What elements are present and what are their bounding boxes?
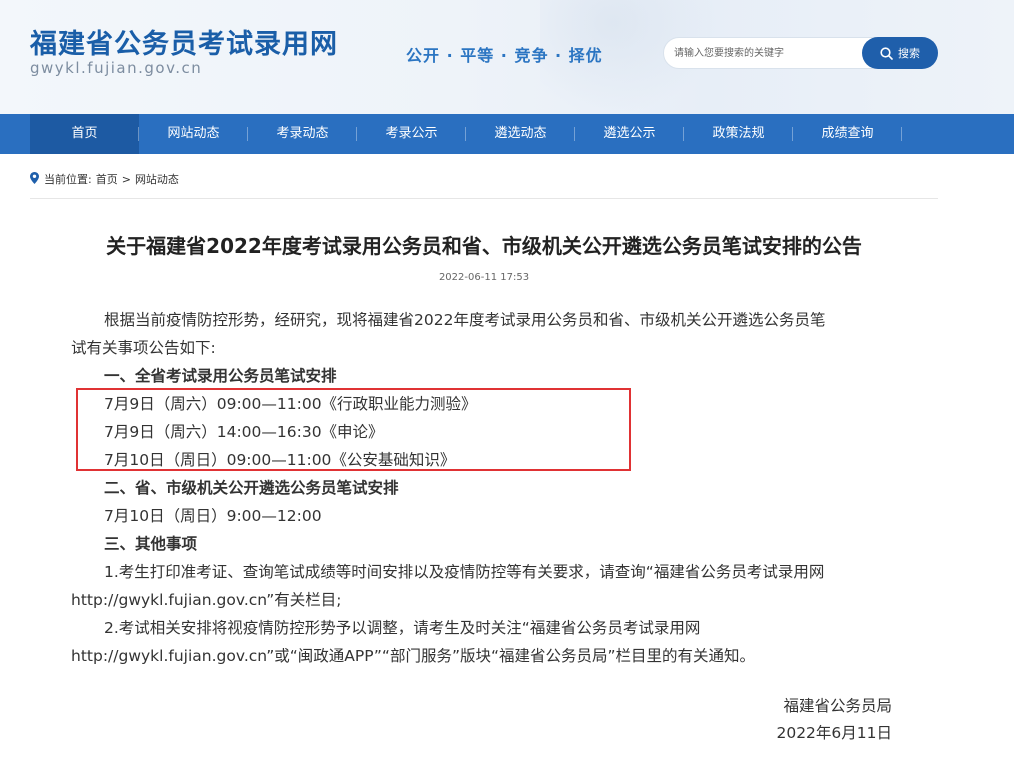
nav-item-score-query[interactable]: 成绩查询 [793,114,902,154]
section-3-heading: 三、其他事项 [104,535,198,553]
location-pin-icon [30,171,39,187]
nav-item-exam-news[interactable]: 考录动态 [248,114,357,154]
search-input[interactable] [674,38,864,68]
signature-date: 2022年6月11日 [776,724,892,742]
section-2-heading: 二、省、市级机关公开遴选公务员笔试安排 [104,479,399,497]
breadcrumb-home-link[interactable]: 首页 [96,171,118,187]
section-3-item-2-line-2: http://gwykl.fujian.gov.cn”或“闽政通APP”“部门服… [71,647,756,665]
site-title[interactable]: 福建省公务员考试录用网 [30,22,338,61]
site-domain: gwykl.fujian.gov.cn [30,59,203,77]
section-3-item-1-line-2: http://gwykl.fujian.gov.cn”有关栏目; [71,591,342,609]
nav-item-home[interactable]: 首页 [30,114,139,154]
nav-item-site-news[interactable]: 网站动态 [139,114,248,154]
search-button-label: 搜索 [898,47,920,60]
intro-line-1: 根据当前疫情防控形势，经研究，现将福建省2022年度考试录用公务员和省、市级机关… [104,311,826,329]
main-nav: 首页 网站动态 考录动态 考录公示 遴选动态 遴选公示 政策法规 成绩查询 [0,114,1014,154]
section-2-item: 7月10日（周日）9:00—12:00 [104,507,322,525]
site-slogan: 公开 · 平等 · 竞争 · 择优 [406,46,603,65]
intro-line-2: 试有关事项公告如下: [71,339,216,357]
site-header: 福建省公务员考试录用网 gwykl.fujian.gov.cn 公开 · 平等 … [0,0,1014,114]
section-1-heading: 一、全省考试录用公务员笔试安排 [104,367,337,385]
breadcrumb-current-link[interactable]: 网站动态 [135,171,179,187]
nav-item-selection-notices[interactable]: 遴选公示 [575,114,684,154]
search-icon [880,46,893,60]
section-3-item-2-line-1: 2.考试相关安排将视疫情防控形势予以调整，请考生及时关注“福建省公务员考试录用网 [104,619,701,637]
nav-item-selection-news[interactable]: 遴选动态 [466,114,575,154]
breadcrumb-separator: > [121,172,131,186]
nav-item-policies[interactable]: 政策法规 [684,114,793,154]
search-button[interactable]: 搜索 [862,37,938,69]
search-box: 搜索 [663,37,938,69]
breadcrumb: 当前位置: 首页 > 网站动态 [30,171,179,187]
signature-org: 福建省公务员局 [783,697,892,715]
nav-item-exam-notices[interactable]: 考录公示 [357,114,466,154]
breadcrumb-prefix: 当前位置: [44,173,92,186]
breadcrumb-divider [30,198,938,199]
article-date: 2022-06-11 17:53 [438,272,530,283]
highlight-box [76,388,631,471]
section-3-item-1-line-1: 1.考生打印准考证、查询笔试成绩等时间安排以及疫情防控等有关要求，请查询“福建省… [104,563,825,581]
article-title: 关于福建省2022年度考试录用公务员和省、市级机关公开遴选公务员笔试安排的公告 [106,234,862,258]
